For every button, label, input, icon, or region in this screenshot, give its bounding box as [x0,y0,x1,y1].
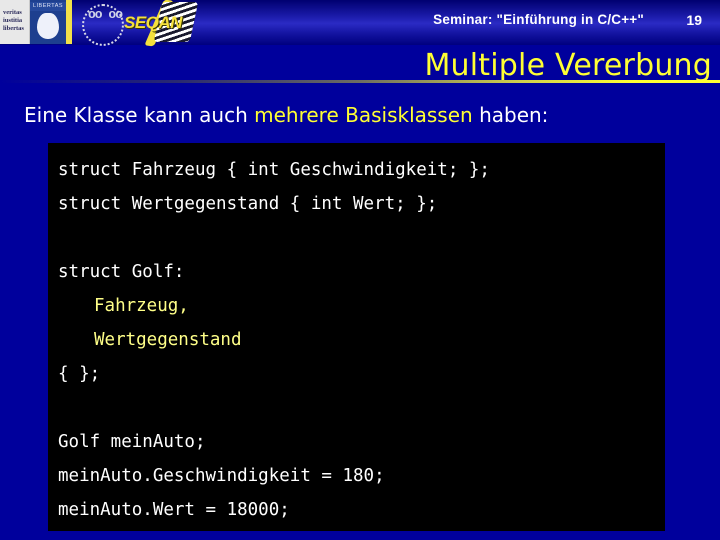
subtitle-part-2: haben: [472,103,549,127]
page-number: 19 [686,12,702,28]
slide: Seminar: "Einführung in C/C++" 19 verita… [0,0,720,540]
seminar-title: Seminar: "Einführung in C/C++" [433,12,644,27]
fu-crest-figure-icon [37,13,59,39]
subtitle-part-1: Eine Klasse kann auch [24,103,255,127]
page-title: Multiple Vererbung [424,48,712,83]
code-line: meinAuto.Geschwindigkeit = 180; [58,466,385,486]
code-line: struct Golf: [58,262,185,282]
fu-motto: veritas iustitia libertas [3,9,24,33]
fu-crest-stripe [66,0,72,44]
slide-subtitle: Eine Klasse kann auch mehrere Basisklass… [24,103,548,127]
code-line: meinAuto.Wert = 18000; [58,500,290,520]
fu-crest-band: LIBERTAS [30,2,66,11]
seqan-logo: oo oo SEQAN [80,0,199,47]
code-line: struct Fahrzeug { int Geschwindigkeit; }… [58,160,490,180]
code-line: struct Wertgegenstand { int Wert; }; [58,194,438,214]
subtitle-highlight: mehrere Basisklassen [254,103,473,127]
title-divider [0,80,720,83]
seqan-wordmark: SEQAN [124,13,182,32]
code-block: struct Fahrzeug { int Geschwindigkeit; }… [48,143,665,531]
fu-berlin-logo: veritas iustitia libertas LIBERTAS [0,0,72,44]
code-line: { }; [58,364,101,384]
code-line: Wertgegenstand [94,330,242,350]
fu-crest-icon: LIBERTAS [29,0,66,44]
seqan-monogram-icon: oo oo [88,7,123,22]
code-line: Golf meinAuto; [58,432,206,452]
fu-motto-line-2: iustitia [3,17,23,24]
code-line: Fahrzeug, [94,296,189,316]
fu-motto-line-1: veritas [3,9,22,16]
fu-motto-line-3: libertas [3,25,24,32]
